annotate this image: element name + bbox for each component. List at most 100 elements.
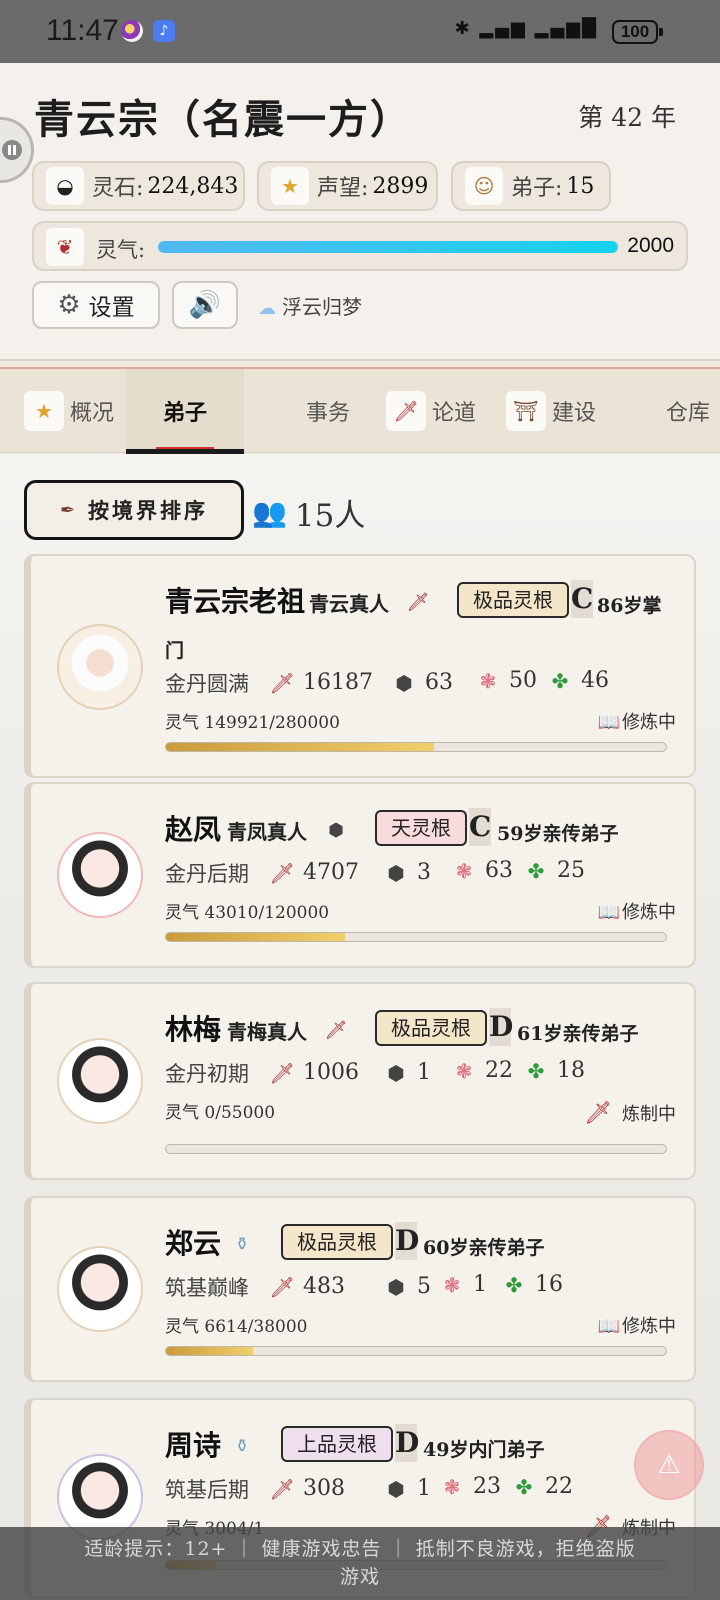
- shield-icon: ⬢: [395, 670, 413, 695]
- shield-icon: ⬢: [387, 1476, 405, 1501]
- attack-stat: 🗡 308: [269, 1476, 345, 1501]
- qi-text: 灵气 0/55000: [165, 1103, 276, 1123]
- state-text: 修炼中: [622, 1316, 676, 1337]
- realm-label: 筑基后期: [165, 1478, 249, 1502]
- defense-stat: ⬢ 1: [383, 1060, 431, 1085]
- disciple-age-role: 59岁亲传弟子: [497, 823, 619, 845]
- tab-disciples[interactable]: 弟子: [126, 369, 244, 455]
- sword-icon: 🗡: [269, 860, 295, 885]
- wisdom-stat: ❃ 23: [439, 1474, 501, 1499]
- brain-icon: ❃: [455, 1058, 473, 1083]
- spirit-stone-label: 灵石:: [92, 176, 144, 201]
- tab-construction-label: 建设: [552, 401, 597, 426]
- alarm-bell-icon: ⚠: [657, 1450, 681, 1480]
- tab-warehouse[interactable]: 仓库: [666, 369, 720, 453]
- brain-icon: ❃: [443, 1272, 461, 1297]
- tab-overview[interactable]: ★ 概况: [24, 369, 124, 453]
- book-icon: 📖: [597, 1316, 620, 1337]
- tab-overview-label: 概况: [70, 401, 115, 426]
- avatar: [57, 624, 143, 710]
- disciple-card[interactable]: 林梅 青梅真人 🗡 极品灵根 D 61岁亲传弟子 金丹初期 🗡 1006 ⬢ 1 ❃…: [24, 982, 696, 1180]
- state-text: 炼制中: [622, 1104, 676, 1125]
- qi-text: 灵气 149921/280000: [165, 713, 340, 733]
- defense-value: 1: [417, 1476, 431, 1501]
- sword-icon: 🗡: [324, 1020, 348, 1041]
- tab-construction[interactable]: ⛩ 建设: [506, 369, 606, 453]
- speaker-icon: 🔊: [188, 290, 222, 320]
- gourd-icon: ⚱: [234, 1436, 250, 1457]
- disciple-age-role: 61岁亲传弟子: [517, 1023, 639, 1045]
- disciple-count-text: 15人: [294, 498, 366, 534]
- shield-icon: ⬢: [387, 1060, 405, 1085]
- alert-button[interactable]: ⚠: [634, 1430, 704, 1500]
- tab-affairs[interactable]: 事务: [306, 369, 376, 453]
- settings-button[interactable]: ⚙ 设置: [32, 281, 160, 329]
- brush-icon: ✒: [59, 499, 79, 521]
- realm-label: 金丹后期: [165, 862, 249, 886]
- music-title[interactable]: ☁ 浮云归梦: [258, 291, 362, 320]
- luck-value: 18: [557, 1058, 585, 1083]
- wisdom-stat: ❃ 1: [439, 1272, 487, 1297]
- people-icon: 👥: [252, 496, 287, 529]
- brain-icon: ❃: [443, 1474, 461, 1499]
- disciple-name: 林梅: [165, 1013, 222, 1046]
- tab-warehouse-label: 仓库: [666, 401, 711, 426]
- realm-label: 金丹圆满: [165, 672, 249, 696]
- status-bar: 11:47 ♪ ✱ ▂▄▆ ▂▄▆█ 100: [0, 0, 720, 63]
- luck-stat: ✤ 25: [523, 858, 585, 883]
- gear-icon: ⚙: [57, 290, 81, 320]
- pagoda-icon: ⛩: [506, 391, 546, 431]
- disciple-card[interactable]: 青云宗老祖 青云真人 🗡 极品灵根 C 86岁掌 门 金丹圆满 🗡 16187 ⬢…: [24, 554, 696, 778]
- shield-icon: ⬢: [387, 1274, 405, 1299]
- tab-debate-label: 论道: [432, 401, 477, 426]
- attack-stat: 🗡 16187: [269, 670, 373, 695]
- disciple-age-role: 60岁亲传弟子: [423, 1237, 545, 1259]
- tab-disciples-label: 弟子: [162, 400, 207, 426]
- avatar: [57, 1246, 143, 1332]
- wisdom-value: 1: [473, 1272, 487, 1297]
- spirit-root-badge: 极品灵根: [375, 1010, 487, 1046]
- sword-icon: 🗡: [269, 1060, 295, 1085]
- attack-value: 308: [303, 1476, 345, 1501]
- disciple-card[interactable]: 郑云 ⚱ 极品灵根 D 60岁亲传弟子 筑基巅峰 🗡 483 ⬢ 5 ❃ 1 ✤ 16 …: [24, 1196, 696, 1382]
- music-notification-icon: ♪: [153, 20, 175, 42]
- sound-toggle-button[interactable]: 🔊: [172, 281, 238, 329]
- wisdom-value: 22: [485, 1058, 513, 1083]
- app-notification-icon: [121, 20, 143, 42]
- pause-button[interactable]: [0, 117, 34, 183]
- spirit-stone-chip: ◒ 灵石: 224,843: [32, 161, 245, 211]
- state-text: 修炼中: [622, 712, 676, 733]
- wisdom-value: 63: [485, 858, 513, 883]
- fame-value: 2899: [372, 173, 429, 199]
- clover-icon: ✤: [527, 1058, 545, 1083]
- tab-bar: ★ 概况 弟子 事务 🗡 论道 ⛩ 建设 仓库: [0, 367, 720, 455]
- disciple-name: 赵凤: [165, 813, 222, 846]
- state-text: 修炼中: [622, 902, 676, 923]
- book-icon: 📖: [597, 902, 620, 923]
- realm-label: 筑基巅峰: [165, 1276, 249, 1300]
- avatar: [57, 1038, 143, 1124]
- spirit-root-badge: 上品灵根: [281, 1426, 393, 1462]
- cultivation-state: 🗡 炼制中: [584, 1100, 676, 1126]
- clover-icon: ✤: [551, 668, 569, 693]
- defense-value: 63: [425, 670, 453, 695]
- disciple-card[interactable]: 赵凤 青凤真人 ⬢ 天灵根 C 59岁亲传弟子 金丹后期 🗡 4707 ⬢ 3 ❃ 6…: [24, 782, 696, 968]
- music-title-text: 浮云归梦: [282, 295, 362, 319]
- disciple-icon: ☺: [465, 167, 503, 205]
- disciple-name: 郑云: [165, 1227, 222, 1260]
- sword-icon: 🗡: [406, 592, 430, 613]
- shield-icon: ⬢: [387, 860, 405, 885]
- defense-stat: ⬢ 3: [383, 860, 431, 885]
- sword-icon: 🗡: [269, 1476, 295, 1501]
- attack-value: 483: [303, 1274, 345, 1299]
- wisdom-stat: ❃ 22: [451, 1058, 513, 1083]
- cultivation-state: 📖 修炼中: [598, 708, 676, 734]
- defense-stat: ⬢ 1: [383, 1476, 431, 1501]
- fame-chip: ★ 声望: 2899: [257, 161, 438, 211]
- attack-value: 1006: [303, 1060, 359, 1085]
- qi-progress-fill: [166, 1347, 253, 1355]
- tab-debate[interactable]: 🗡 论道: [386, 369, 486, 453]
- sort-by-realm-button[interactable]: ✒ 按境界排序: [24, 480, 244, 540]
- grade-badge: D: [489, 1008, 513, 1046]
- tab-affairs-label: 事务: [306, 401, 351, 426]
